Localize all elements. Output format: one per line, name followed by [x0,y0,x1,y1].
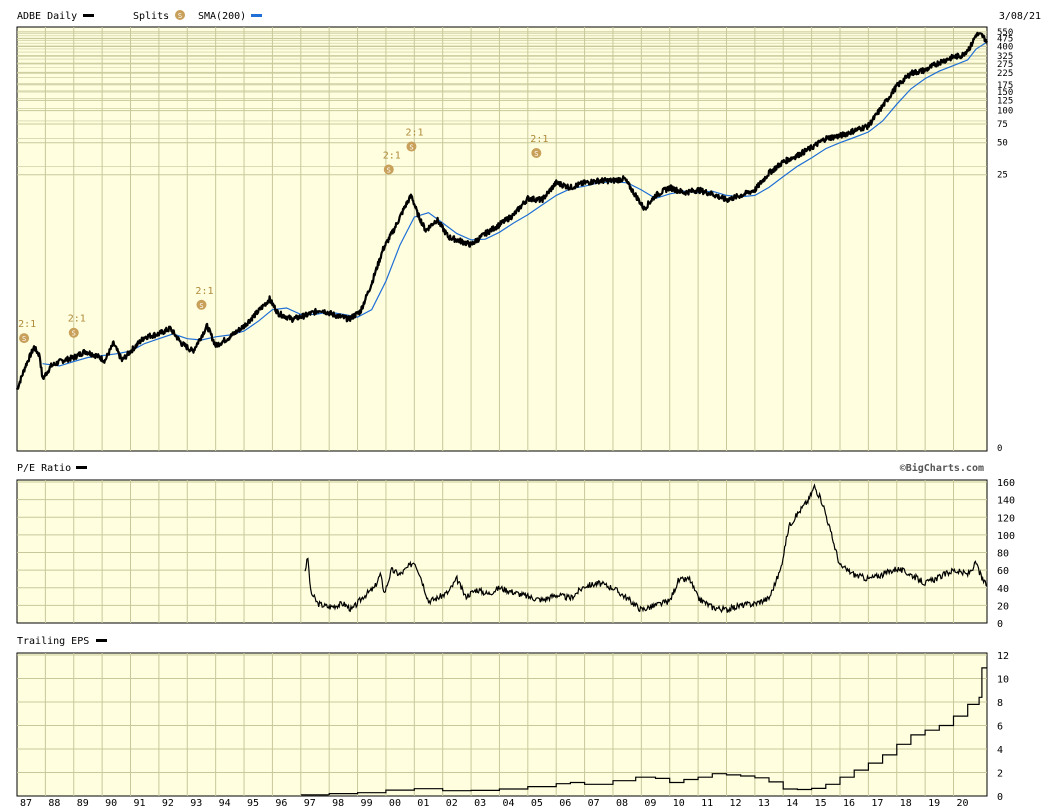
adbe-stock-chart: ADBE Daily Splits S SMA(200) 3/08/21 550… [15,10,1041,806]
x-tick-label: 90 [105,798,117,806]
x-tick-label: 20 [957,798,969,806]
split-marker-badge: S [22,335,26,343]
x-tick-label: 13 [758,798,770,806]
pe-y-tick-label: 140 [997,496,1015,507]
price-y-tick-label: 125 [997,96,1013,106]
x-tick-label: 04 [502,798,514,806]
x-axis: 87 88 89 90 91 92 93 94 95 96 97 98 99 00 01 02 03 04 05 06… [20,798,969,806]
eps-y-tick-label: 8 [997,698,1003,709]
x-tick-label: 96 [275,798,287,806]
splits-legend-label: Splits [133,11,169,22]
pe-y-tick-label: 0 [997,619,1003,630]
x-tick-label: 19 [928,798,940,806]
x-tick-label: 15 [815,798,827,806]
split-ratio-label: 2:1 [383,150,401,161]
split-marker-badge: S [199,302,203,310]
x-tick-label: 10 [673,798,685,806]
x-tick-label: 98 [332,798,344,806]
x-tick-label: 09 [644,798,656,806]
x-tick-label: 12 [729,798,741,806]
chart-date: 3/08/21 [999,11,1041,22]
price-y-axis: 5504754003252752251751501251007550250 [997,28,1013,454]
price-y-tick-label: 225 [997,69,1013,79]
bigcharts-watermark: ©BigCharts.com [900,462,984,474]
eps-y-tick-label: 6 [997,722,1003,733]
pe-y-tick-label: 20 [997,601,1009,612]
price-panel-header: ADBE Daily Splits S SMA(200) 3/08/21 [17,10,1041,22]
pe-y-tick-label: 120 [997,513,1015,524]
price-y-tick-label: 50 [997,139,1008,149]
sma-legend-label: SMA(200) [198,11,246,22]
price-y-tick-label: 400 [997,43,1013,53]
pe-y-tick-label: 40 [997,584,1009,595]
x-tick-label: 91 [134,798,146,806]
x-tick-label: 11 [701,798,713,806]
split-ratio-label: 2:1 [195,286,213,297]
x-tick-label: 89 [77,798,89,806]
split-ratio-label: 2:1 [405,128,423,139]
split-ratio-label: 2:1 [68,314,86,325]
split-ratio-label: 2:1 [530,134,548,145]
pe-y-axis: 160 140 120 100 80 60 40 20 0 [997,478,1015,630]
x-tick-label: 16 [843,798,855,806]
x-tick-label: 06 [559,798,571,806]
price-y-tick-label: 100 [997,107,1013,117]
split-ratio-label: 2:1 [18,319,36,330]
eps-y-tick-label: 2 [997,769,1003,780]
pe-panel-title: P/E Ratio [17,463,71,474]
x-tick-label: 02 [446,798,458,806]
pe-legend-swatch [76,466,87,469]
x-tick-label: 18 [900,798,912,806]
price-panel-title: ADBE Daily [17,11,77,22]
x-tick-label: 97 [304,798,316,806]
x-tick-label: 87 [20,798,32,806]
x-tick-label: 03 [474,798,486,806]
x-tick-label: 08 [616,798,628,806]
split-marker-badge: S [387,166,391,174]
pe-panel-header: P/E Ratio ©BigCharts.com [17,462,984,474]
eps-panel [16,652,988,797]
x-tick-label: 93 [190,798,202,806]
eps-y-tick-label: 10 [997,675,1009,686]
eps-panel-header: Trailing EPS [17,636,107,647]
x-tick-label: 92 [162,798,174,806]
sma-legend-swatch [251,14,262,17]
eps-legend-swatch [96,639,107,642]
eps-panel-title: Trailing EPS [17,636,89,647]
eps-y-axis: 12 10 8 6 4 2 0 [997,651,1009,803]
split-marker-badge: S [72,330,76,338]
split-marker-icon-glyph: S [178,12,182,20]
pe-panel [16,479,988,624]
x-tick-label: 01 [417,798,429,806]
split-marker-badge: S [534,150,538,158]
price-y-zero-label: 0 [997,444,1002,454]
x-tick-label: 05 [531,798,543,806]
eps-y-tick-label: 12 [997,651,1009,662]
price-y-tick-label: 25 [997,171,1008,181]
x-tick-label: 99 [361,798,373,806]
pe-y-tick-label: 60 [997,566,1009,577]
pe-y-tick-label: 80 [997,549,1009,560]
x-tick-label: 17 [871,798,883,806]
x-tick-label: 94 [219,798,231,806]
price-legend-swatch [83,14,94,17]
eps-y-tick-label: 4 [997,745,1003,756]
pe-y-tick-label: 160 [997,478,1015,489]
x-tick-label: 14 [786,798,798,806]
x-tick-label: 00 [389,798,401,806]
price-y-tick-label: 75 [997,120,1008,130]
x-tick-label: 88 [48,798,60,806]
x-tick-label: 95 [247,798,259,806]
pe-y-tick-label: 100 [997,531,1015,542]
split-marker-badge: S [409,144,413,152]
eps-y-tick-label: 0 [997,792,1003,803]
x-tick-label: 07 [588,798,600,806]
